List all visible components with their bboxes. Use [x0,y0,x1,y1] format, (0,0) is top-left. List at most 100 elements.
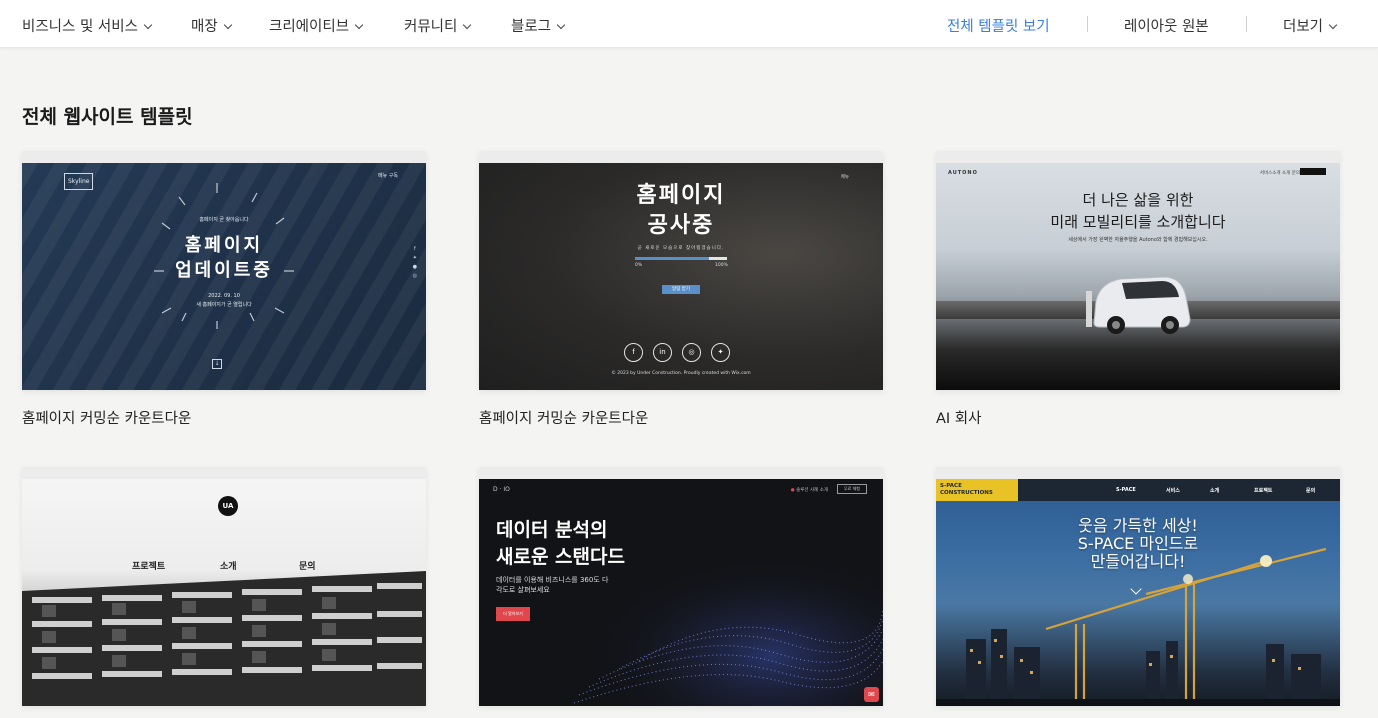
preview-footer: © 2023 by Under Construction. Proudly cr… [611,371,751,376]
chat-icon: ✉ [864,687,879,702]
nav-more[interactable]: 더보기 [1283,15,1338,36]
preview-menu-item: 프로젝트 [132,562,166,572]
nav-label: 매장 [191,19,218,35]
preview-menu-item: 문의 [299,562,316,572]
preview-menu: 서비스소개 소개 문의 [1259,171,1300,176]
nav-stores[interactable]: 매장 [191,15,232,36]
nav-label: 크리에이티브 [269,19,350,35]
instagram-icon: ◎ [682,343,701,362]
facebook-icon: f [624,343,643,362]
chevron-down-icon [223,20,232,30]
social-icons: f ✦ ● ◎ [413,245,417,281]
preview-menu-item: S-PACE [1116,487,1136,493]
progress-fill [635,257,709,260]
preview-brand: D · IO [493,486,510,493]
preview-cta-button: 더 알아보기 [496,607,530,621]
template-card[interactable]: Skyline 메뉴 구독 홈페이지 곧 찾아옵니다 홈페이지 업데이트중 20… [22,151,426,427]
preview-subtitle-line-2: 각도로 살펴보세요 [496,586,550,594]
building-photo [22,571,426,706]
preview-logo-line-2: CONSTRUCTIONS [940,490,993,496]
template-title[interactable]: AI 회사 [936,407,982,428]
linkedin-icon: in [653,343,672,362]
view-all-templates-link[interactable]: 전체 템플릿 보기 [947,15,1050,36]
preview-headline-line-1: 홈페이지 [636,183,726,208]
template-preview-frame[interactable]: Skyline 메뉴 구독 홈페이지 곧 찾아옵니다 홈페이지 업데이트중 20… [22,151,426,390]
browser-bar [479,467,883,485]
nav-business-services[interactable]: 비즈니스 및 서비스 [22,15,153,36]
preview-subtitle-line-1: 데이터를 이용해 비즈니스를 360도 다 [496,576,609,584]
layout-original-link[interactable]: 레이아웃 원본 [1124,15,1209,36]
preview-headline: 더 나은 삶을 위한미래 모빌리티를 소개합니다 [936,189,1340,233]
car-illustration [1086,276,1191,334]
template-preview-image: 메뉴 홈페이지 공사중 곧 새로운 모습으로 찾아뵙겠습니다. 0% 100% 알… [479,163,883,390]
preview-header-button: 무료 체험 [837,484,867,494]
preview-subtitle: 데이터를 이용해 비즈니스를 360도 다각도로 살펴보세요 [496,575,608,595]
template-preview-frame[interactable]: 메뉴 홈페이지 공사중 곧 새로운 모습으로 찾아뵙겠습니다. 0% 100% 알… [479,151,883,390]
preview-menu-item: 프로젝트 [1254,488,1273,494]
chevron-down-icon [1328,20,1338,30]
preview-menu-item: 문의 [1306,488,1316,494]
preview-headline-line-2: 새로운 스탠다드 [496,546,625,568]
page-title: 전체 웹사이트 템플릿 [22,106,193,128]
nav-divider [1087,16,1088,32]
template-card[interactable]: D · IO ● 솔루션 사례 소개 무료 체험 데이터 분석의 새로운 스탠다드… [479,467,883,706]
preview-date: 2022. 09. 10 [208,293,240,299]
preview-headline: 웃음 가득한 세상! S-PACE 마인드로 만들어갑니다! [936,517,1340,571]
preview-note: 새 홈페이지가 곧 열립니다 [196,302,252,308]
preview-headline-line-2: S-PACE 마인드로 [1077,534,1199,553]
preview-logo-line-1: S-PACE [940,483,962,489]
nav-label: 블로그 [511,19,552,35]
template-preview-image: D · IO ● 솔루션 사례 소개 무료 체험 데이터 분석의 새로운 스탠다드… [479,479,883,706]
progress-start-label: 0% [635,263,643,268]
nav-creative[interactable]: 크리에이티브 [269,15,364,36]
nav-community[interactable]: 커뮤니티 [404,15,472,36]
preview-menu-item: 소개 [1210,488,1220,494]
preview-kicker: 홈페이지 곧 찾아옵니다 [199,217,249,223]
template-card[interactable]: S-PACE CONSTRUCTIONS S-PACE 서비스 소개 프로젝트 문… [936,467,1340,706]
template-preview-image: UA 프로젝트 소개 문의 [22,479,426,706]
instagram-icon: ◎ [412,273,417,279]
pinterest-icon: ● [412,264,417,270]
preview-menu: 메뉴 [840,175,849,180]
preview-headline-line-1: 더 나은 삶을 위한 [1082,191,1194,209]
template-title[interactable]: 홈페이지 커밍순 카운트다운 [22,407,191,428]
template-preview-frame[interactable]: AUTONO 서비스소개 소개 문의 더 나은 삶을 위한미래 모빌리티를 소개… [936,151,1340,390]
social-icons: f in ◎ ✦ [624,339,740,362]
nav-divider [1246,16,1247,32]
preview-headline: 데이터 분석의 새로운 스탠다드 [496,517,625,571]
preview-brand: AUTONO [948,170,978,176]
preview-menu-item: 서비스 [1166,488,1180,494]
template-preview-image: Skyline 메뉴 구독 홈페이지 곧 찾아옵니다 홈페이지 업데이트중 20… [22,163,426,390]
preview-menu-text: 솔루션 사례 소개 [796,488,828,493]
template-card[interactable]: 메뉴 홈페이지 공사중 곧 새로운 모습으로 찾아뵙겠습니다. 0% 100% 알… [479,151,883,427]
preview-headline-line-2: 미래 모빌리티를 소개합니다 [1050,213,1226,231]
template-preview-frame[interactable]: D · IO ● 솔루션 사례 소개 무료 체험 데이터 분석의 새로운 스탠다드… [479,467,883,706]
template-preview-frame[interactable]: UA 프로젝트 소개 문의 [22,467,426,706]
preview-headline-line-1: 홈페이지 [184,235,264,256]
template-preview-image: AUTONO 서비스소개 소개 문의 더 나은 삶을 위한미래 모빌리티를 소개… [936,163,1340,390]
template-card[interactable]: UA 프로젝트 소개 문의 [22,467,426,706]
preview-subtitle: 곧 새로운 모습으로 찾아뵙겠습니다. [637,246,725,251]
progress-end-label: 100% [715,263,728,268]
template-preview-frame[interactable]: S-PACE CONSTRUCTIONS S-PACE 서비스 소개 프로젝트 문… [936,467,1340,706]
preview-logo: S-PACE CONSTRUCTIONS [936,479,1018,501]
chevron-down-icon [463,20,472,30]
preview-menu: ● 솔루션 사례 소개 [790,488,828,493]
preview-menu-button [1300,168,1326,175]
twitter-icon: ✦ [711,343,730,362]
chevron-down-icon [143,20,153,30]
nav-blog[interactable]: 블로그 [511,15,566,36]
preview-headline-line-1: 웃음 가득한 세상! [1078,516,1198,535]
preview-headline-line-2: 공사중 [647,213,715,238]
template-title[interactable]: 홈페이지 커밍순 카운트다운 [479,407,648,428]
twitter-icon: ✦ [412,255,417,261]
chevron-down-icon [354,20,364,30]
nav-label: 비즈니스 및 서비스 [22,19,138,35]
template-card[interactable]: AUTONO 서비스소개 소개 문의 더 나은 삶을 위한미래 모빌리티를 소개… [936,151,1340,427]
browser-bar [22,151,426,169]
progress-bar [635,257,727,260]
preview-subtitle: 세상에서 가장 완벽한 자율주행을 Autono와 함께 경험해보십시오. [1068,237,1208,243]
preview-headline-line-2: 업데이트중 [175,260,273,281]
top-navigation: 비즈니스 및 서비스 매장 크리에이티브 커뮤니티 블로그 전체 템플릿 보기 … [0,0,1378,48]
browser-bar [22,467,426,485]
